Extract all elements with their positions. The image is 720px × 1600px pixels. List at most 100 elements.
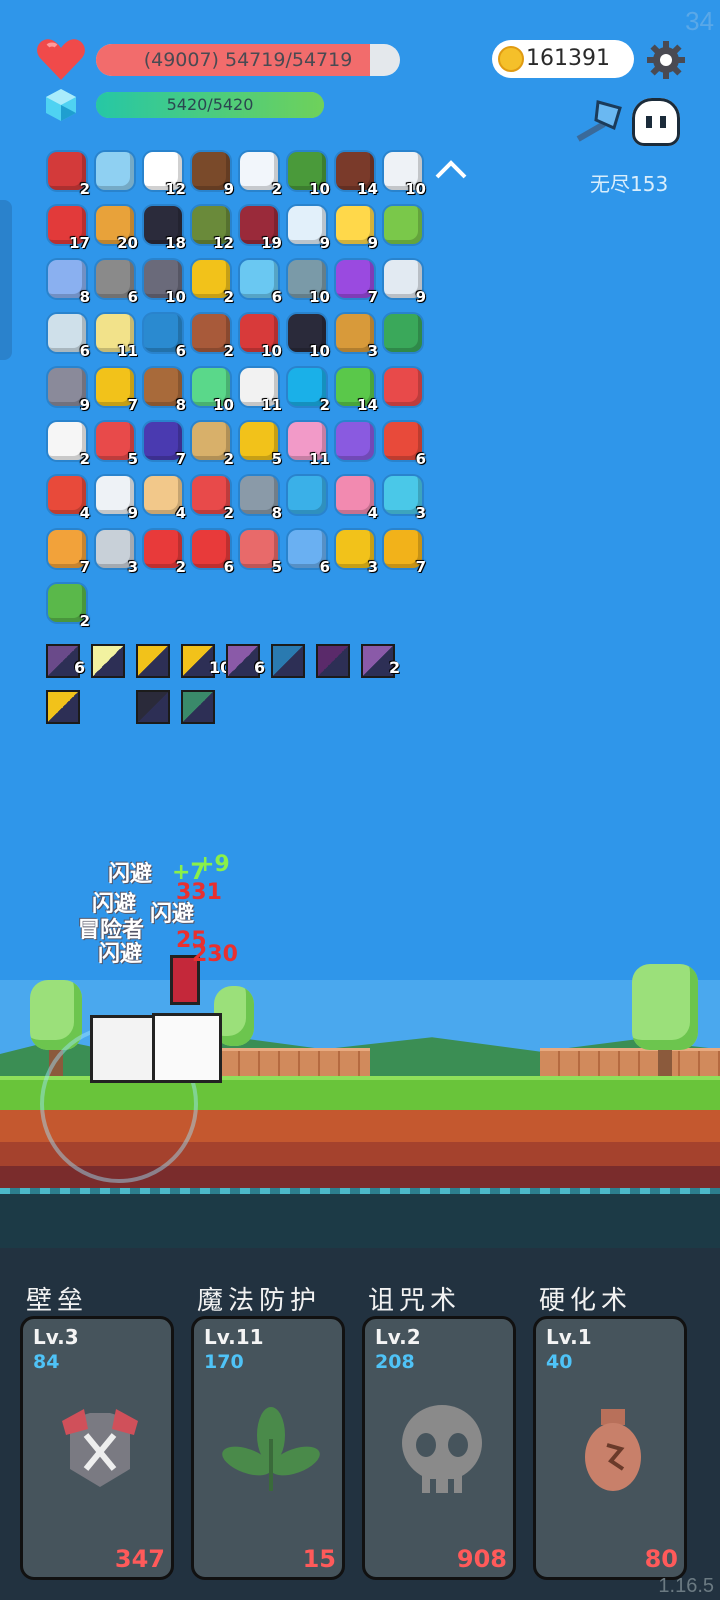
skill-slot[interactable] xyxy=(134,642,179,688)
skill-slot[interactable] xyxy=(44,688,89,734)
inventory-item[interactable] xyxy=(380,364,428,418)
inventory-item[interactable]: 9 xyxy=(188,148,236,202)
skill-upgrade-card[interactable]: Lv.1 40 80 xyxy=(533,1316,687,1580)
inventory-item[interactable]: 2 xyxy=(188,256,236,310)
inventory-item[interactable]: 4 xyxy=(44,472,92,526)
inventory-item[interactable]: 8 xyxy=(140,364,188,418)
side-drawer-tab[interactable] xyxy=(0,200,12,360)
item-count: 20 xyxy=(117,234,138,252)
inventory-item[interactable]: 6 xyxy=(188,526,236,580)
inventory-item[interactable]: 14 xyxy=(332,148,380,202)
skill-title: 壁垒 xyxy=(26,1286,89,1316)
inventory-item[interactable]: 5 xyxy=(92,418,140,472)
inventory-item[interactable]: 6 xyxy=(380,418,428,472)
inventory-item[interactable]: 11 xyxy=(236,364,284,418)
inventory-item[interactable]: 10 xyxy=(380,148,428,202)
item-count: 5 xyxy=(127,450,138,468)
item-count: 2 xyxy=(319,396,330,414)
skill-upgrade-card[interactable]: Lv.11 170 15 xyxy=(191,1316,345,1580)
inventory-item[interactable] xyxy=(380,310,428,364)
ghost-avatar-icon[interactable] xyxy=(632,98,680,146)
gear-icon[interactable] xyxy=(646,40,686,80)
inventory-item[interactable]: 3 xyxy=(332,526,380,580)
inventory-item[interactable]: 10 xyxy=(188,364,236,418)
inventory-item[interactable]: 2 xyxy=(44,148,92,202)
inventory-item[interactable]: 2 xyxy=(44,418,92,472)
inventory-item[interactable]: 2 xyxy=(188,418,236,472)
item-count: 6 xyxy=(319,558,330,576)
inventory-item[interactable] xyxy=(284,472,332,526)
skill-slot[interactable] xyxy=(134,688,179,734)
inventory-item[interactable]: 10 xyxy=(284,148,332,202)
inventory-item[interactable]: 10 xyxy=(284,256,332,310)
inventory-item[interactable]: 11 xyxy=(92,310,140,364)
inventory-item[interactable]: 18 xyxy=(140,202,188,256)
inventory-item[interactable]: 7 xyxy=(140,418,188,472)
skill-slot[interactable] xyxy=(89,688,134,734)
inventory-item[interactable]: 4 xyxy=(332,472,380,526)
inventory-item[interactable]: 7 xyxy=(44,526,92,580)
inventory-item[interactable]: 7 xyxy=(332,256,380,310)
inventory-item[interactable]: 3 xyxy=(332,310,380,364)
axe-icon[interactable] xyxy=(572,98,624,144)
inventory-item[interactable]: 7 xyxy=(380,526,428,580)
inventory-item[interactable]: 2 xyxy=(140,526,188,580)
inventory-item[interactable]: 5 xyxy=(236,526,284,580)
inventory-item[interactable]: 3 xyxy=(380,472,428,526)
skill-slot[interactable]: 6 xyxy=(44,642,89,688)
mp-text: 5420/5420 xyxy=(166,95,254,114)
skill-slot[interactable] xyxy=(89,642,134,688)
inventory-item[interactable]: 7 xyxy=(92,364,140,418)
inventory-item[interactable]: 6 xyxy=(236,256,284,310)
inventory-item[interactable]: 8 xyxy=(44,256,92,310)
inventory-item[interactable]: 10 xyxy=(236,310,284,364)
item-count: 17 xyxy=(69,234,90,252)
inventory-item[interactable]: 6 xyxy=(92,256,140,310)
inventory-item[interactable]: 9 xyxy=(380,256,428,310)
inventory-item[interactable]: 12 xyxy=(140,148,188,202)
inventory-item[interactable] xyxy=(332,418,380,472)
inventory-item[interactable] xyxy=(380,202,428,256)
skill-upgrade-card[interactable]: Lv.2 208 908 xyxy=(362,1316,516,1580)
inventory-item[interactable]: 2 xyxy=(188,310,236,364)
inventory-item[interactable]: 6 xyxy=(284,526,332,580)
inventory-item[interactable]: 9 xyxy=(332,202,380,256)
inventory-item[interactable]: 9 xyxy=(92,472,140,526)
inventory-item[interactable]: 20 xyxy=(92,202,140,256)
inventory-item[interactable]: 10 xyxy=(140,256,188,310)
inventory-item[interactable]: 17 xyxy=(44,202,92,256)
item-count: 11 xyxy=(309,450,330,468)
skill-slot[interactable]: 2 xyxy=(359,642,404,688)
skill-slot[interactable]: 10886 xyxy=(179,642,265,688)
inventory-item[interactable]: 2 xyxy=(236,148,284,202)
inventory-item[interactable]: 12 xyxy=(188,202,236,256)
inventory-item[interactable]: 14 xyxy=(332,364,380,418)
item-inventory-grid: 2 12 9 2 10 14 10 17 20 18 12 19 9 9 8 6 10 2 6 10 7 9 6 11 6 2 10… xyxy=(44,148,444,634)
inventory-item[interactable]: 5 xyxy=(236,418,284,472)
inventory-item[interactable]: 4 xyxy=(140,472,188,526)
item-count: 2 xyxy=(223,342,234,360)
inventory-item[interactable]: 19 xyxy=(236,202,284,256)
inventory-item[interactable]: 10 xyxy=(284,310,332,364)
skill-upgrade-card[interactable]: Lv.3 84 347 xyxy=(20,1316,174,1580)
inventory-item[interactable]: 3 xyxy=(92,526,140,580)
combat-text: 闪避 xyxy=(108,862,153,887)
inventory-item[interactable]: 9 xyxy=(44,364,92,418)
inventory-item[interactable]: 6 xyxy=(140,310,188,364)
item-count: 10 xyxy=(309,342,330,360)
item-count: 12 xyxy=(165,180,186,198)
inventory-item[interactable]: 6 xyxy=(44,310,92,364)
inventory-item[interactable] xyxy=(92,148,140,202)
inventory-item[interactable]: 9 xyxy=(284,202,332,256)
skill-slot[interactable] xyxy=(314,642,359,688)
inventory-item[interactable]: 2 xyxy=(284,364,332,418)
skill-slot[interactable] xyxy=(179,688,224,734)
inventory-item[interactable]: 2 xyxy=(188,472,236,526)
inventory-item[interactable]: 11 xyxy=(284,418,332,472)
combat-text: 闪避 xyxy=(150,902,195,927)
inventory-item[interactable]: 2 xyxy=(44,580,92,634)
item-count: 11 xyxy=(117,342,138,360)
inventory-item[interactable]: 8 xyxy=(236,472,284,526)
skill-slot[interactable]: 6 xyxy=(224,642,269,688)
skill-slot[interactable] xyxy=(269,642,314,688)
